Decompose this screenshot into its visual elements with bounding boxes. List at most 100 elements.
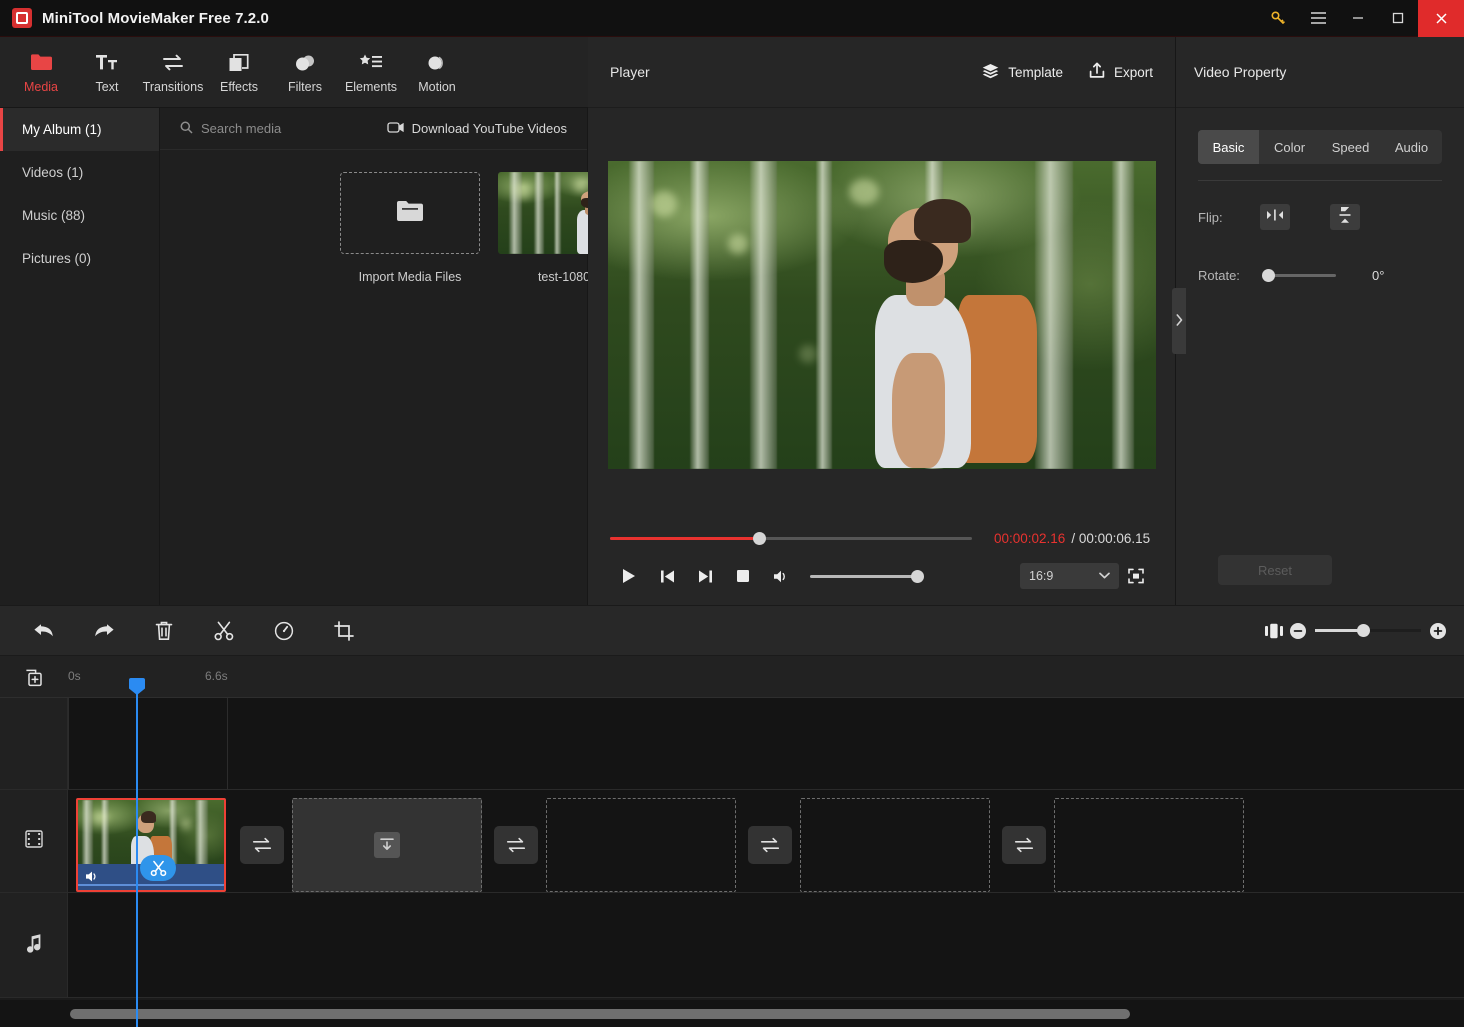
- ribbon-tab-effects[interactable]: Effects: [206, 39, 272, 105]
- tab-label: Color: [1273, 139, 1306, 155]
- close-icon[interactable]: [1418, 0, 1464, 37]
- flip-horizontal-button[interactable]: [1260, 204, 1290, 230]
- drop-zone[interactable]: [1054, 798, 1244, 892]
- video-track-body[interactable]: [68, 790, 1464, 892]
- ribbon-tab-text[interactable]: Text: [74, 39, 140, 105]
- drop-zone[interactable]: [292, 798, 482, 892]
- stop-button[interactable]: [724, 559, 762, 593]
- undo-button[interactable]: [24, 614, 64, 648]
- key-icon[interactable]: [1258, 0, 1298, 37]
- playhead[interactable]: [129, 678, 145, 1027]
- flip-horizontal-icon: [1266, 208, 1284, 227]
- add-track-icon[interactable]: [22, 667, 44, 689]
- transition-button[interactable]: [494, 826, 538, 864]
- ribbon-tab-media[interactable]: Media: [8, 39, 74, 105]
- sidebar-item-videos[interactable]: Videos (1): [0, 151, 159, 194]
- player-title: Player: [610, 64, 650, 80]
- chevron-down-icon: [1099, 571, 1110, 582]
- music-note-icon: [24, 933, 43, 958]
- play-button[interactable]: [610, 559, 648, 593]
- speaker-icon[interactable]: [85, 870, 100, 886]
- tab-color[interactable]: Color: [1259, 130, 1320, 164]
- title-track-body[interactable]: [68, 698, 1464, 789]
- ribbon-tab-label: Elements: [344, 79, 398, 94]
- drop-here-icon: [374, 832, 400, 858]
- seek-handle[interactable]: [753, 531, 766, 545]
- elements-icon: [359, 51, 383, 75]
- zoom-in-button[interactable]: [1430, 622, 1446, 639]
- rotate-slider[interactable]: [1262, 268, 1336, 282]
- tab-label: Basic: [1212, 139, 1245, 155]
- property-title: Video Property: [1194, 64, 1287, 80]
- video-preview[interactable]: [607, 160, 1156, 469]
- timeline-ruler[interactable]: 0s 6.6s: [0, 656, 1464, 698]
- rotate-row: Rotate: 0°: [1198, 255, 1442, 295]
- search-input[interactable]: Search media: [180, 121, 281, 137]
- drop-zone[interactable]: [546, 798, 736, 892]
- sidebar-item-label: Music (88): [22, 208, 86, 223]
- playback-buttons: 16:9: [588, 555, 1175, 597]
- panel-collapse-handle[interactable]: [1172, 288, 1186, 354]
- volume-handle[interactable]: [911, 569, 924, 583]
- download-youtube-button[interactable]: Download YouTube Videos: [386, 121, 567, 137]
- horizontal-scrollbar[interactable]: [70, 1009, 1130, 1019]
- ribbon-tab-elements[interactable]: Elements: [338, 39, 404, 105]
- sidebar-item-label: Videos (1): [22, 165, 84, 180]
- media-panel: Search media Download YouTube Videos Imp…: [160, 108, 637, 605]
- split-button[interactable]: [204, 614, 244, 648]
- tab-speed[interactable]: Speed: [1320, 130, 1381, 164]
- tab-audio[interactable]: Audio: [1381, 130, 1442, 164]
- sidebar-item-label: Pictures (0): [22, 251, 92, 266]
- ribbon-tab-transitions[interactable]: Transitions: [140, 39, 206, 105]
- template-button[interactable]: Template: [982, 63, 1063, 82]
- fullscreen-button[interactable]: [1119, 561, 1153, 591]
- ribbon-tab-motion[interactable]: Motion: [404, 39, 470, 105]
- transition-button[interactable]: [1002, 826, 1046, 864]
- volume-button[interactable]: [762, 559, 800, 593]
- export-button[interactable]: Export: [1089, 62, 1153, 82]
- speed-button[interactable]: [264, 614, 304, 648]
- delete-button[interactable]: [144, 614, 184, 648]
- fit-to-screen-icon[interactable]: [1258, 616, 1290, 646]
- next-frame-button[interactable]: [686, 559, 724, 593]
- ruler-tick: 6.6s: [205, 669, 228, 683]
- reset-button[interactable]: Reset: [1218, 555, 1332, 585]
- ribbon-tab-label: Text: [95, 79, 119, 94]
- video-track: [0, 790, 1464, 893]
- video-track-header: [0, 790, 68, 892]
- video-stage: [588, 108, 1175, 521]
- crop-button[interactable]: [324, 614, 364, 648]
- menu-icon[interactable]: [1298, 0, 1338, 37]
- sidebar-item-music[interactable]: Music (88): [0, 194, 159, 237]
- redo-button[interactable]: [84, 614, 124, 648]
- transition-button[interactable]: [748, 826, 792, 864]
- zoom-handle[interactable]: [1357, 624, 1370, 637]
- ruler-tick: 0s: [68, 669, 81, 683]
- flip-vertical-button[interactable]: [1330, 204, 1360, 230]
- previous-frame-button[interactable]: [648, 559, 686, 593]
- import-media-label: Import Media Files: [358, 270, 462, 284]
- aspect-ratio-select[interactable]: 16:9: [1020, 563, 1119, 589]
- timeline-clip[interactable]: [76, 798, 226, 892]
- transition-button[interactable]: [240, 826, 284, 864]
- zoom-out-button[interactable]: [1290, 622, 1306, 639]
- effects-icon: [228, 51, 250, 75]
- audio-track-header: [0, 893, 68, 997]
- audio-track-body[interactable]: [68, 893, 1464, 997]
- minimize-icon[interactable]: [1338, 0, 1378, 37]
- volume-slider[interactable]: [810, 569, 924, 583]
- maximize-icon[interactable]: [1378, 0, 1418, 37]
- sidebar-item-my-album[interactable]: My Album (1): [0, 108, 159, 151]
- rotate-handle[interactable]: [1262, 268, 1275, 282]
- clip-split-button[interactable]: [140, 855, 176, 881]
- divider: [1198, 180, 1442, 181]
- drop-zone[interactable]: [800, 798, 990, 892]
- flip-vertical-icon: [1338, 206, 1352, 229]
- tab-basic[interactable]: Basic: [1198, 130, 1259, 164]
- seek-bar[interactable]: [610, 531, 972, 545]
- import-media-button[interactable]: [340, 172, 480, 254]
- video-property-panel: Video Property Basic Color Speed Audio F…: [1176, 37, 1464, 605]
- ribbon-tab-filters[interactable]: Filters: [272, 39, 338, 105]
- sidebar-item-pictures[interactable]: Pictures (0): [0, 237, 159, 280]
- zoom-slider[interactable]: [1315, 624, 1421, 637]
